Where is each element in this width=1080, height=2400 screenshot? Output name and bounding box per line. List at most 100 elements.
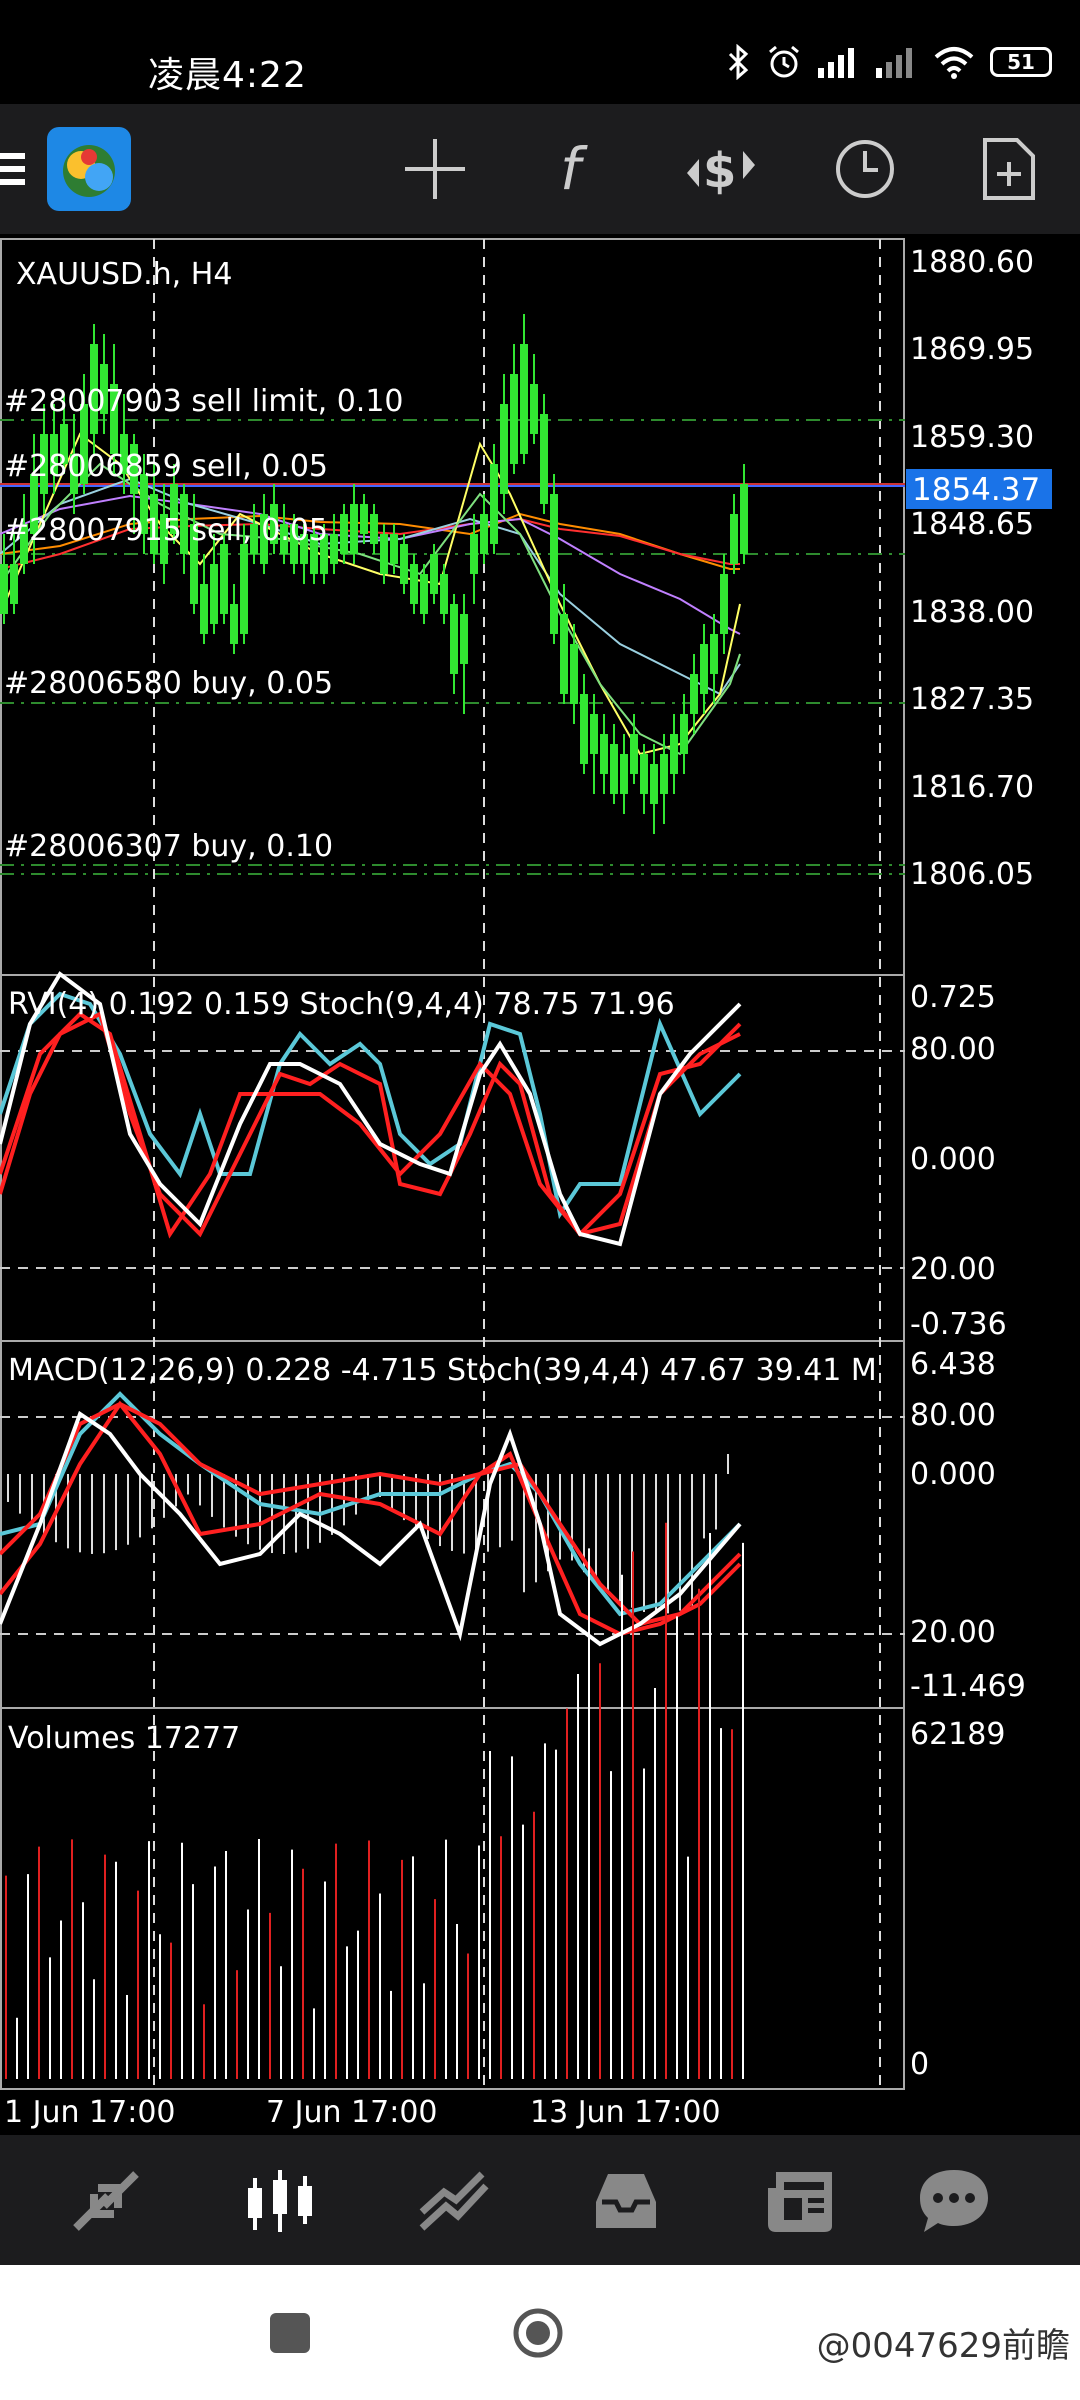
candle	[560, 614, 568, 694]
candle	[490, 464, 498, 544]
candle	[700, 644, 708, 694]
chat-icon[interactable]	[906, 2153, 1002, 2249]
volume-axis-label: 0	[910, 2047, 929, 2082]
history-icon[interactable]	[578, 2153, 674, 2249]
candle	[400, 544, 408, 584]
order-label: #28006307 buy, 0.10	[4, 829, 333, 864]
price-axis-label: 1880.60	[910, 245, 1034, 280]
candle	[620, 754, 628, 794]
candle	[10, 564, 18, 604]
candle	[240, 544, 248, 634]
candle	[340, 514, 348, 554]
candle	[470, 534, 478, 574]
new-order-icon[interactable]	[964, 124, 1054, 214]
chart-area[interactable]: 1880.60 1869.95 1859.30 1848.65 1838.00 1827.…	[0, 234, 1080, 2134]
chart-toolbar: f $	[0, 104, 1080, 234]
chart-icon[interactable]	[232, 2153, 328, 2249]
symbol-label: XAUUSD.h, H4	[16, 257, 232, 292]
crosshair-icon[interactable]	[390, 124, 480, 214]
candle	[480, 514, 488, 554]
candle	[380, 534, 388, 574]
app-logo-icon[interactable]	[44, 124, 134, 214]
candle	[200, 584, 208, 634]
price-axis-label: 1838.00	[910, 595, 1034, 630]
quotes-icon[interactable]	[58, 2153, 154, 2249]
macd-axis-label: 80.00	[910, 1398, 996, 1433]
candle	[570, 644, 578, 704]
candle	[430, 554, 438, 594]
volume-axis-label: 62189	[910, 1717, 1005, 1752]
candle	[440, 574, 448, 614]
candle	[360, 504, 368, 534]
news-icon[interactable]	[752, 2153, 848, 2249]
signal-2-icon	[876, 48, 912, 78]
signal-icon	[818, 48, 854, 78]
candle	[530, 384, 538, 434]
rvi-label: RVI(4) 0.192 0.159 Stoch(9,4,4) 78.75 71…	[8, 987, 675, 1022]
candle	[500, 404, 508, 494]
macd-axis-label: 20.00	[910, 1615, 996, 1650]
ma-cyan	[0, 477, 741, 696]
recents-button[interactable]	[270, 2313, 310, 2353]
macd-label: MACD(12,26,9) 0.228 -4.715 Stoch(39,4,4)…	[8, 1353, 877, 1388]
current-price-label: 1854.37	[912, 472, 1040, 508]
home-button[interactable]	[512, 2307, 564, 2359]
candle	[420, 574, 428, 614]
rvi-axis: 0.725 80.00 0.000 20.00 -0.736	[910, 980, 1007, 1342]
candle	[640, 754, 648, 794]
candle	[660, 754, 668, 794]
rvi-axis-label: 0.725	[910, 980, 996, 1015]
price-axis-label: 1806.05	[910, 857, 1034, 892]
svg-text:f: f	[560, 137, 588, 201]
candle	[460, 614, 468, 664]
candle	[710, 634, 718, 674]
candle	[510, 374, 518, 464]
macd-white	[0, 1410, 742, 1647]
volume-axis: 62189 0	[910, 1717, 1005, 2082]
rvi-axis-label: 0.000	[910, 1142, 996, 1177]
rvi-axis-label: 20.00	[910, 1252, 996, 1287]
candle	[670, 734, 678, 774]
candle	[630, 734, 638, 774]
price-axis-label: 1827.35	[910, 682, 1034, 717]
candle	[740, 484, 748, 554]
candle	[720, 574, 728, 634]
candle	[330, 534, 338, 564]
macd-axis-label: -11.469	[910, 1669, 1026, 1704]
order-label: #28007903 sell limit, 0.10	[4, 384, 404, 419]
price-axis-label: 1859.30	[910, 420, 1034, 455]
status-icons: 51	[726, 44, 1052, 80]
candle	[410, 564, 418, 604]
candle	[730, 514, 738, 564]
time-label: 1 Jun 17:00	[4, 2095, 176, 2130]
price-axis-label: 1869.95	[910, 332, 1034, 367]
candle	[690, 674, 698, 714]
time-label: 7 Jun 17:00	[266, 2095, 438, 2130]
volume-label: Volumes 17277	[8, 1721, 240, 1756]
rvi-axis-label: -0.736	[910, 1307, 1007, 1342]
price-axis-label: 1848.65	[910, 507, 1034, 542]
ma-green	[0, 462, 741, 756]
candle	[550, 494, 558, 634]
macd-axis: 6.438 80.00 0.000 20.00 -11.469	[910, 1347, 1026, 1704]
trade-icon[interactable]: $	[676, 124, 766, 214]
timeframe-icon[interactable]	[820, 124, 910, 214]
candle	[220, 544, 228, 614]
bluetooth-icon	[728, 44, 749, 80]
menu-icon[interactable]	[0, 124, 40, 214]
candle	[610, 744, 618, 794]
candle	[210, 564, 218, 624]
time-label: 13 Jun 17:00	[530, 2095, 721, 2130]
candle	[0, 564, 8, 614]
trade-tab-icon[interactable]	[406, 2153, 502, 2249]
candle	[370, 514, 378, 544]
candle	[680, 714, 688, 754]
candle	[350, 504, 358, 554]
order-label: #28007915 sell, 0.05	[4, 513, 328, 548]
indicators-icon[interactable]: f	[532, 124, 622, 214]
status-bar: 凌晨4:22 51	[0, 0, 1080, 104]
bottom-nav	[0, 2135, 1080, 2265]
price-axis: 1880.60 1869.95 1859.30 1848.65 1838.00 1827.…	[910, 245, 1034, 892]
candle	[390, 534, 398, 564]
candle	[450, 604, 458, 674]
